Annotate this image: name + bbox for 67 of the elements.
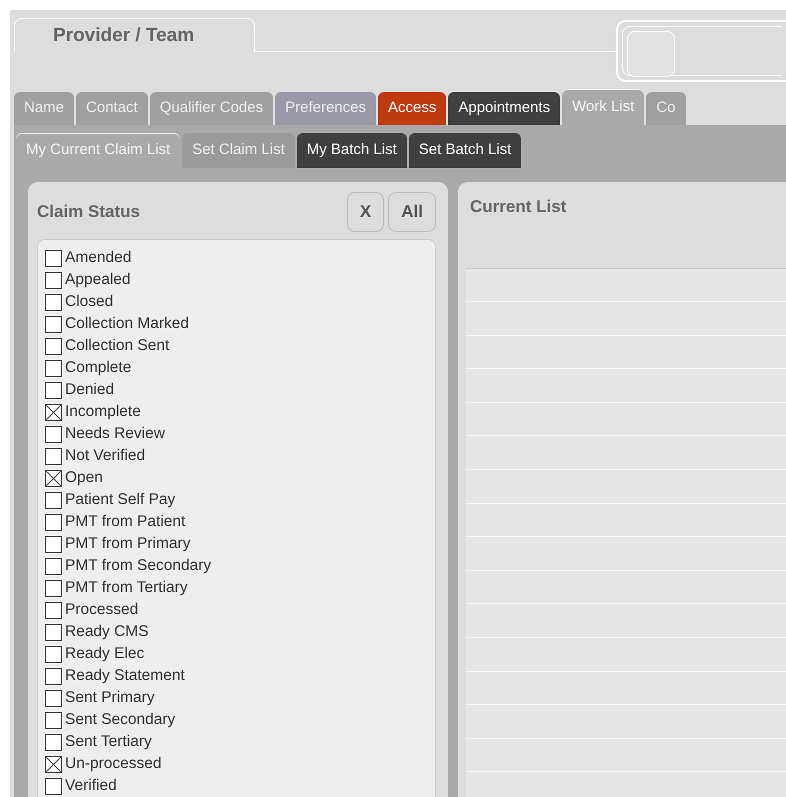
- checkbox-label: Incomplete: [65, 402, 141, 422]
- checkbox-label: Un-processed: [65, 754, 162, 774]
- checkbox-label: Collection Marked: [65, 314, 190, 334]
- checkbox[interactable]: [45, 712, 62, 728]
- panel-title: Claim Status: [37, 201, 141, 224]
- checkbox[interactable]: [45, 734, 62, 750]
- checkbox-label: PMT from Tertiary: [65, 578, 188, 598]
- checkbox[interactable]: [45, 250, 62, 266]
- tab[interactable]: Work List: [562, 89, 644, 125]
- checkbox[interactable]: [45, 316, 62, 332]
- checkbox-label: Not Verified: [65, 446, 146, 466]
- tab[interactable]: Qualifier Codes: [150, 92, 274, 125]
- checkbox-label: Open: [65, 468, 103, 488]
- checkbox-label: Sent Primary: [65, 688, 155, 708]
- tab[interactable]: Contact: [76, 92, 148, 125]
- checkbox[interactable]: [45, 536, 62, 552]
- tab[interactable]: My Batch List: [296, 133, 407, 168]
- checkbox-label: Complete: [65, 358, 132, 378]
- checkbox-label: PMT from Primary: [65, 534, 190, 554]
- input-field[interactable]: [616, 20, 786, 82]
- checkbox-label: Verified: [65, 776, 117, 796]
- tab[interactable]: Appointments: [448, 92, 560, 125]
- checkbox[interactable]: [45, 624, 62, 640]
- checkbox[interactable]: [45, 294, 62, 310]
- checkbox[interactable]: [45, 426, 62, 442]
- checkbox[interactable]: [45, 558, 62, 574]
- checkbox-label: Sent Tertiary: [65, 732, 152, 752]
- tab[interactable]: Co: [646, 92, 686, 125]
- checkbox[interactable]: [45, 360, 62, 376]
- tab[interactable]: Access: [378, 92, 446, 125]
- clear-button[interactable]: X: [346, 192, 384, 232]
- checkbox[interactable]: [45, 338, 62, 354]
- checkbox[interactable]: [45, 382, 62, 398]
- tab[interactable]: Name: [14, 92, 74, 125]
- checkbox-label: Denied: [65, 380, 114, 400]
- checkbox-label: Closed: [65, 292, 114, 312]
- checkbox-label: Amended: [65, 248, 132, 268]
- checkbox[interactable]: [45, 470, 62, 486]
- checkbox[interactable]: [45, 756, 62, 772]
- checkbox[interactable]: [45, 602, 62, 618]
- checkbox-label: Ready Statement: [65, 666, 185, 686]
- checkbox[interactable]: [45, 690, 62, 706]
- checkbox-label: Patient Self Pay: [65, 490, 176, 510]
- section-tab[interactable]: Provider / Team: [14, 18, 255, 52]
- checkbox-label: PMT from Secondary: [65, 556, 212, 576]
- checkbox[interactable]: [45, 272, 62, 288]
- checkbox-label: Needs Review: [65, 424, 165, 444]
- checkbox[interactable]: [45, 448, 62, 464]
- checkbox[interactable]: [45, 580, 62, 596]
- checkbox[interactable]: [45, 514, 62, 530]
- tab[interactable]: Preferences: [275, 92, 376, 125]
- checkbox-label: Collection Sent: [65, 336, 170, 356]
- checkbox-label: PMT from Patient: [65, 512, 186, 532]
- checkbox[interactable]: [45, 404, 62, 420]
- panel-title: Current List: [470, 196, 568, 218]
- select-all-button[interactable]: All: [388, 192, 436, 232]
- checkbox-label: Ready Elec: [65, 644, 144, 664]
- checkbox-label: Sent Secondary: [65, 710, 176, 730]
- checkbox-label: Processed: [65, 600, 138, 620]
- checkbox[interactable]: [45, 668, 62, 684]
- checkbox[interactable]: [45, 492, 62, 508]
- checkbox[interactable]: [45, 778, 62, 794]
- checkbox[interactable]: [45, 646, 62, 662]
- tab[interactable]: Set Claim List: [182, 133, 295, 168]
- checkbox-label: Ready CMS: [65, 622, 149, 642]
- tab[interactable]: Set Batch List: [408, 133, 522, 168]
- checkbox-label: Appealed: [65, 270, 131, 290]
